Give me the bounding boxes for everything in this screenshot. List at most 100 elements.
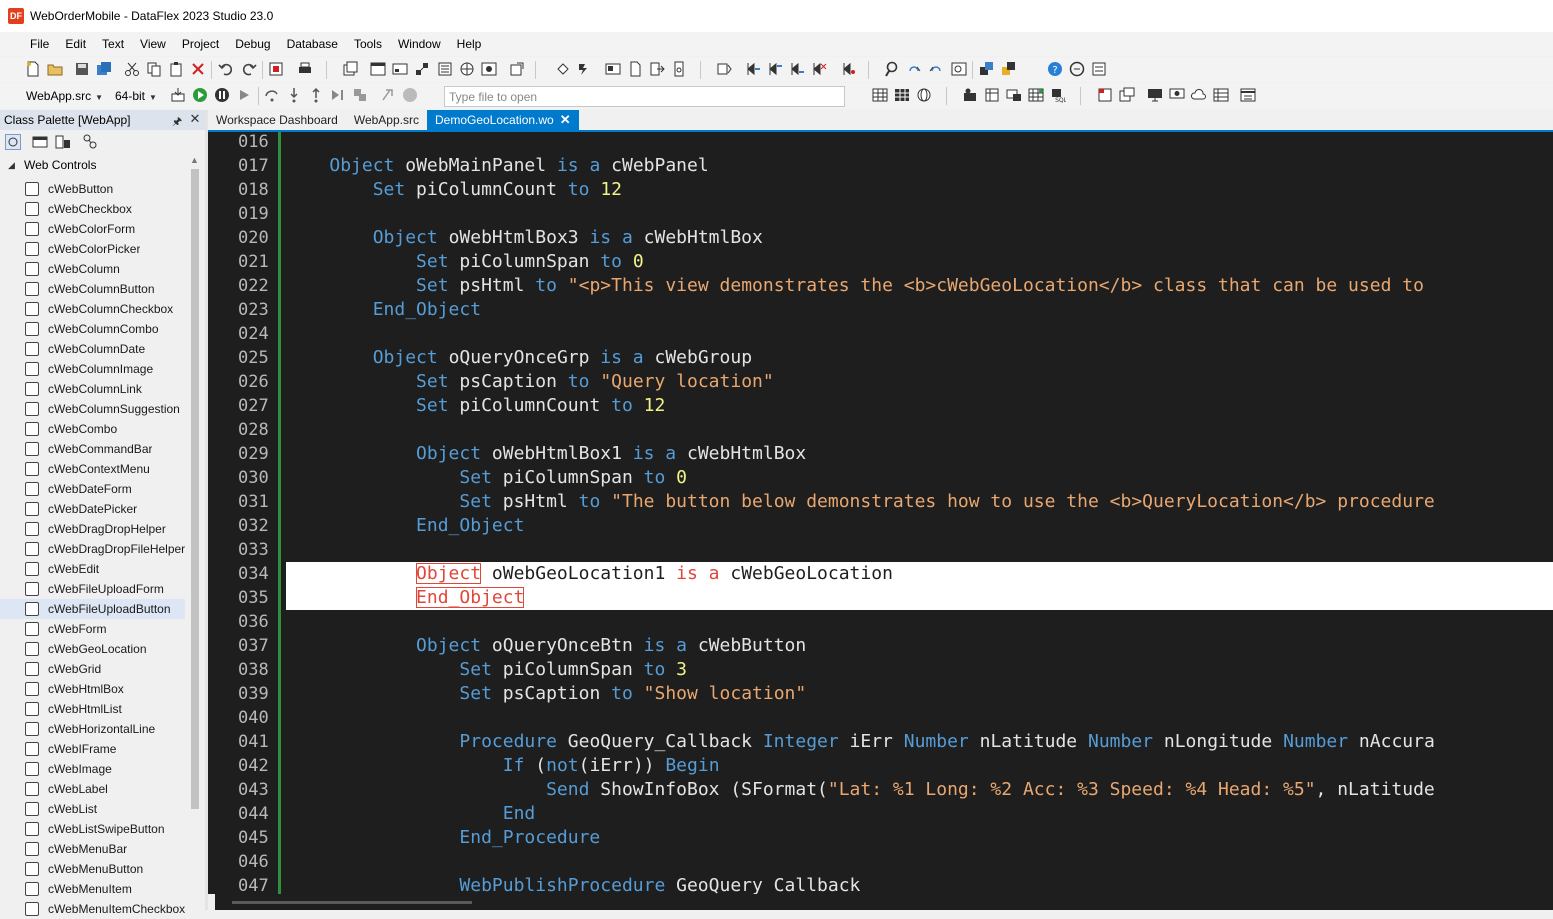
list-view-icon[interactable] <box>1213 87 1229 103</box>
palette-item-cwebdragdrophelper[interactable]: cWebDragDropHelper <box>0 519 185 539</box>
palette-item-cwebgeolocation[interactable]: cWebGeoLocation <box>0 639 185 659</box>
palette-item-cwebhorizontalline[interactable]: cWebHorizontalLine <box>0 719 185 739</box>
code-line[interactable]: Object oWebHtmlBox3 is a cWebHtmlBox <box>286 226 1553 250</box>
code-editor[interactable]: 016 017 018 019 020 021 022 023 024 025 026 027 028 0… <box>208 132 1553 910</box>
debug-attach-icon[interactable] <box>1001 61 1017 77</box>
palette-item-cwebmenubar[interactable]: cWebMenuBar <box>0 839 185 859</box>
palette-item-cwebcolumnbutton[interactable]: cWebColumnButton <box>0 279 185 299</box>
horizontal-scroll-thumb[interactable] <box>232 901 472 904</box>
palette-item-cwebcolumndate[interactable]: cWebColumnDate <box>0 339 185 359</box>
palette-item-cwebform[interactable]: cWebForm <box>0 619 185 639</box>
code-line[interactable]: Set psHtml to "The button below demonstr… <box>286 490 1553 514</box>
redo-icon[interactable] <box>241 61 257 77</box>
code-line[interactable]: End_Object <box>286 586 1553 610</box>
window-classes-icon[interactable] <box>32 134 48 150</box>
bookmark-prev-icon[interactable] <box>767 61 783 77</box>
tab-workspace-dashboard[interactable]: Workspace Dashboard <box>208 110 346 130</box>
palette-item-cwebcolumnlink[interactable]: cWebColumnLink <box>0 379 185 399</box>
windows-icon[interactable] <box>342 61 358 77</box>
hierarchy-icon[interactable] <box>82 134 98 150</box>
exit-icon[interactable] <box>649 61 665 77</box>
code-line[interactable]: Procedure GeoQuery_Callback Integer iErr… <box>286 730 1553 754</box>
palette-item-cwebmenuitemcheckbox[interactable]: cWebMenuItemCheckbox <box>0 899 185 919</box>
jump-icon[interactable] <box>841 61 857 77</box>
code-line[interactable]: End <box>286 802 1553 826</box>
palette-item-cwebcolumnimage[interactable]: cWebColumnImage <box>0 359 185 379</box>
menu-window[interactable]: Window <box>390 33 449 55</box>
clear-breakpoints-icon[interactable] <box>402 87 418 103</box>
menu-file[interactable]: File <box>22 33 57 55</box>
palette-item-cwebmenubutton[interactable]: cWebMenuButton <box>0 859 185 879</box>
palette-item-cwebiframe[interactable]: cWebIFrame <box>0 739 185 759</box>
menu-tools[interactable]: Tools <box>346 33 390 55</box>
menu-project[interactable]: Project <box>174 33 227 55</box>
code-line[interactable] <box>286 850 1553 874</box>
bitness-combo[interactable]: 64-bit ▼ <box>115 86 157 106</box>
palette-item-cwebcombo[interactable]: cWebCombo <box>0 419 185 439</box>
code-line[interactable]: Object oWebHtmlBox1 is a cWebHtmlBox <box>286 442 1553 466</box>
data-classes-icon[interactable] <box>55 134 71 150</box>
grid-icon[interactable] <box>894 87 910 103</box>
bookmark-clear-icon[interactable] <box>811 61 827 77</box>
project-combo[interactable]: WebApp.src ▼ <box>26 86 103 106</box>
editor-horizontal-scrollbar[interactable] <box>208 894 1553 910</box>
code-line[interactable]: End_Procedure <box>286 826 1553 850</box>
palette-item-cwebdatepicker[interactable]: cWebDatePicker <box>0 499 185 519</box>
save-all-icon[interactable] <box>96 61 112 77</box>
code-line[interactable]: Set piColumnCount to 12 <box>286 178 1553 202</box>
open-folder-icon[interactable] <box>47 61 63 77</box>
palette-item-cwebgrid[interactable]: cWebGrid <box>0 659 185 679</box>
page-icon[interactable] <box>627 61 643 77</box>
palette-item-cwebcolorform[interactable]: cWebColorForm <box>0 219 185 239</box>
print-icon[interactable] <box>297 61 313 77</box>
code-line[interactable]: End_Object <box>286 298 1553 322</box>
menu-edit[interactable]: Edit <box>57 33 94 55</box>
designer-icon[interactable] <box>414 61 430 77</box>
code-line[interactable]: Set piColumnSpan to 0 <box>286 466 1553 490</box>
palette-item-cwebcommandbar[interactable]: cWebCommandBar <box>0 439 185 459</box>
globe-icon[interactable] <box>459 61 475 77</box>
menu-view-icon[interactable] <box>1240 87 1256 103</box>
code-line[interactable]: Set psCaption to "Query location" <box>286 370 1553 394</box>
db-table-icon[interactable] <box>984 87 1000 103</box>
tab-demogeolocation-wo[interactable]: DemoGeoLocation.wo ✕ <box>426 110 579 130</box>
run-icon[interactable] <box>192 87 208 103</box>
find-prev-icon[interactable] <box>929 61 945 77</box>
palette-item-cwebcheckbox[interactable]: cWebCheckbox <box>0 199 185 219</box>
toggle-breakpoint-icon[interactable] <box>380 87 396 103</box>
save-icon[interactable] <box>74 61 90 77</box>
new-file-icon[interactable] <box>25 61 41 77</box>
code-line[interactable] <box>286 538 1553 562</box>
palette-item-cwebdragdropfilehelper[interactable]: cWebDragDropFileHelper <box>0 539 185 559</box>
search-icon[interactable] <box>885 61 901 77</box>
palette-item-cwebcolumn[interactable]: cWebColumn <box>0 259 185 279</box>
tree-expand-icon[interactable]: ◢ <box>8 160 18 171</box>
db-object-icon[interactable] <box>962 87 978 103</box>
web-globe-icon[interactable] <box>916 87 932 103</box>
tab-webapp-src[interactable]: WebApp.src <box>346 110 427 130</box>
palette-item-cwebfileuploadbutton[interactable]: cWebFileUploadButton <box>0 599 185 619</box>
help-icon[interactable]: ? <box>1047 61 1063 77</box>
categorized-view-icon[interactable] <box>5 134 21 150</box>
scroll-up-arrow-icon[interactable]: ▲ <box>190 155 199 165</box>
find-next-icon[interactable] <box>907 61 923 77</box>
debug-run-icon[interactable] <box>979 61 995 77</box>
code-line[interactable]: End_Object <box>286 514 1553 538</box>
paste-icon[interactable] <box>168 61 184 77</box>
undo-icon[interactable] <box>218 61 234 77</box>
run-to-cursor-icon[interactable] <box>330 87 346 103</box>
step-into-icon[interactable] <box>286 87 302 103</box>
breakpoints-icon[interactable] <box>352 87 368 103</box>
code-line[interactable]: Object oQueryOnceBtn is a cWebButton <box>286 634 1553 658</box>
palette-item-cwebcolorpicker[interactable]: cWebColorPicker <box>0 239 185 259</box>
code-line[interactable]: Object oWebMainPanel is a cWebPanel <box>286 154 1553 178</box>
code-line[interactable]: Object oWebGeoLocation1 is a cWebGeoLoca… <box>286 562 1553 586</box>
code-line[interactable]: Set psHtml to "<p>This view demonstrates… <box>286 274 1553 298</box>
palette-item-cwebcolumncheckbox[interactable]: cWebColumnCheckbox <box>0 299 185 319</box>
code-line[interactable] <box>286 610 1553 634</box>
menu-text[interactable]: Text <box>94 33 132 55</box>
palette-item-cwebhtmlbox[interactable]: cWebHtmlBox <box>0 679 185 699</box>
cut-icon[interactable] <box>124 61 140 77</box>
editor-gutter[interactable] <box>208 132 234 910</box>
code-line[interactable]: If (not(iErr)) Begin <box>286 754 1553 778</box>
